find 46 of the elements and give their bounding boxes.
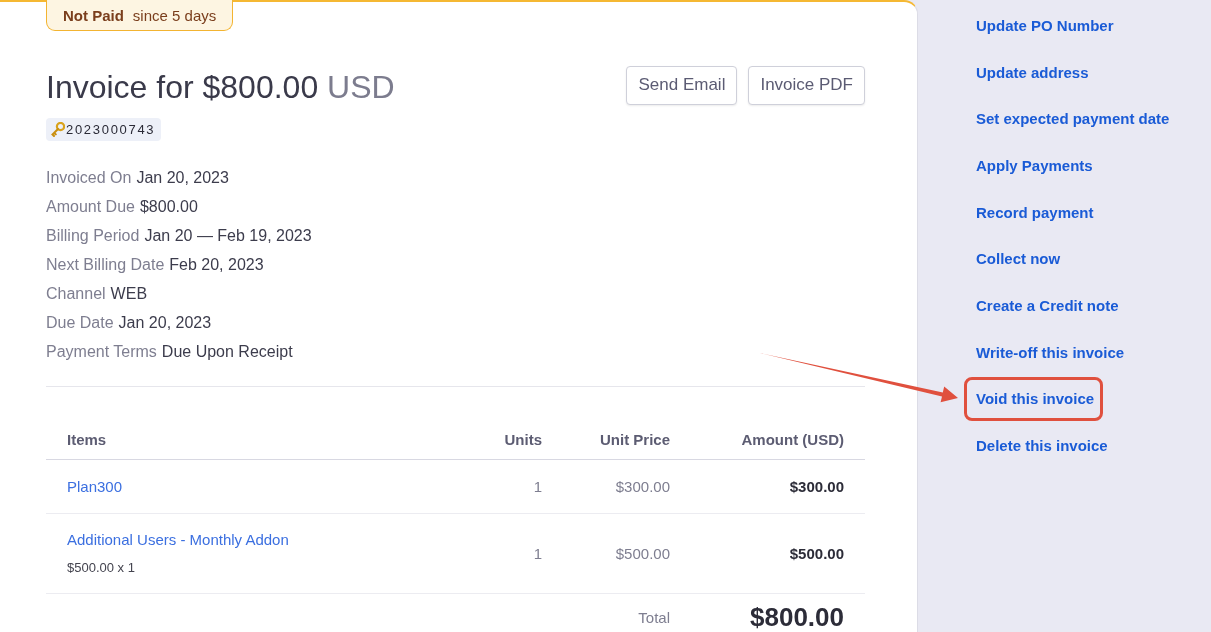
item-link[interactable]: Plan300 <box>67 475 123 498</box>
total-amount: $800.00 <box>749 602 844 632</box>
detail-label: Amount Due <box>46 197 135 216</box>
status-label: Not Paid <box>63 6 124 24</box>
pdf-button[interactable]: Invoice PDF <box>748 65 865 105</box>
table-cell-text: 1 <box>532 545 542 562</box>
action-link[interactable]: Create a Credit note <box>964 283 1128 328</box>
send-email-button[interactable]: Send Email <box>626 65 738 105</box>
table-cell-text: $300.00 <box>788 478 844 495</box>
invoice-title: Invoice for $800.00 USD <box>46 68 395 108</box>
detail-label: Channel <box>46 284 106 303</box>
detail-value: Feb 20, 2023 <box>169 255 264 274</box>
table-cell-text: $500.00 <box>614 545 670 562</box>
detail-label: Due Date <box>46 313 114 332</box>
column-header: Amount (USD) <box>740 431 844 448</box>
table-cell-text: $500.00 <box>788 545 844 562</box>
key-icon <box>51 122 65 138</box>
invoice-number: 2023000743 <box>66 122 156 138</box>
detail-value: Jan 20, 2023 <box>136 168 229 187</box>
column-header: Unit Price <box>598 431 670 448</box>
action-link[interactable]: Set expected payment date <box>964 97 1179 142</box>
detail-value: WEB <box>110 284 148 303</box>
action-link[interactable]: Apply Payments <box>964 143 1102 188</box>
action-link[interactable]: Update address <box>964 50 1098 95</box>
column-header: Items <box>67 431 108 448</box>
action-link[interactable]: Collect now <box>964 237 1070 282</box>
action-link[interactable]: Record payment <box>964 190 1103 235</box>
detail-value: $800.00 <box>139 197 198 216</box>
detail-label: Next Billing Date <box>46 255 165 274</box>
item-link[interactable]: Additional Users - Monthly Addon <box>67 529 289 551</box>
action-link[interactable]: Delete this invoice <box>964 423 1117 468</box>
detail-label: Payment Terms <box>46 342 157 361</box>
table-cell-text: 1 <box>532 478 542 495</box>
total-label: Total <box>637 608 670 626</box>
column-header: Units <box>503 431 542 448</box>
detail-label: Invoiced On <box>46 168 132 187</box>
action-link[interactable]: Write-off this invoice <box>964 330 1134 375</box>
status-age: since 5 days <box>132 6 217 24</box>
detail-label: Billing Period <box>46 226 140 245</box>
action-link[interactable]: Void this invoice <box>964 377 1104 422</box>
detail-value: Due Upon Receipt <box>161 342 293 361</box>
action-link[interactable]: Update PO Number <box>964 4 1123 48</box>
item-note: $500.00 x 1 <box>67 559 135 577</box>
table-cell-text: $300.00 <box>614 478 670 495</box>
detail-value: Jan 20, 2023 <box>118 313 212 332</box>
detail-value: Jan 20 — Feb 19, 2023 <box>144 226 312 245</box>
